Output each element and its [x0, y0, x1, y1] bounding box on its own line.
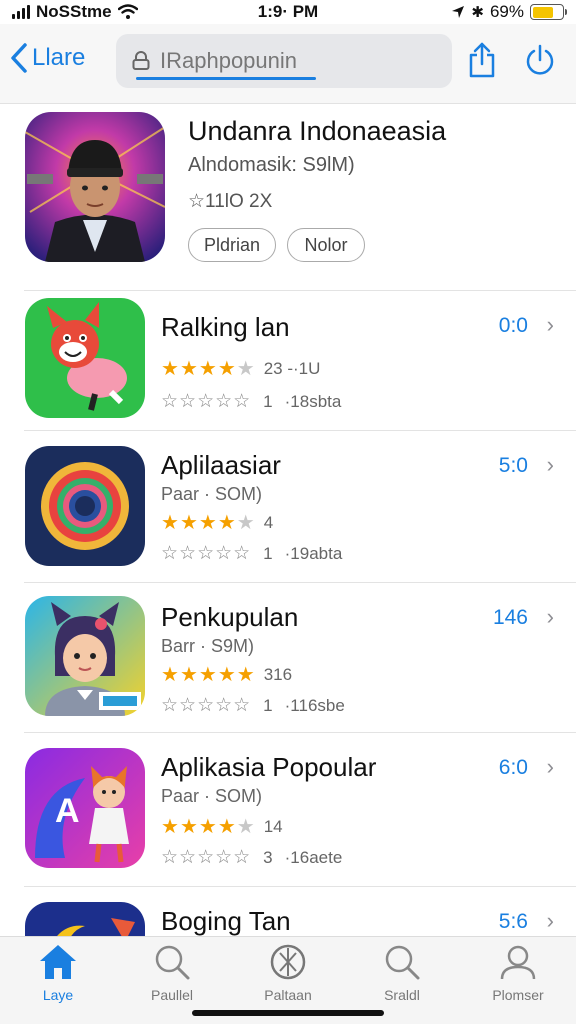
tab-label: Plomser — [492, 987, 544, 1003]
empty-stars-icon: ☆☆☆☆☆ — [161, 695, 252, 716]
review-text: ·19abta — [284, 543, 343, 563]
app-icon — [25, 902, 145, 936]
tab-label: Laye — [42, 987, 74, 1003]
app-price[interactable]: 5:6 — [499, 910, 528, 934]
featured-subtitle: Alndomasik: S9lM) — [188, 154, 355, 176]
app-icon — [25, 298, 145, 418]
power-button[interactable] — [520, 38, 560, 82]
tab-search[interactable]: Paullel — [122, 943, 222, 1003]
app-icon: A — [25, 748, 145, 868]
location-icon — [452, 6, 465, 18]
app-title: Aplikasia Popoular — [161, 752, 377, 782]
tab-profile[interactable]: Plomser — [468, 943, 568, 1003]
tab-label: Paltaan — [264, 987, 312, 1003]
app-reviews: ☆☆☆☆☆ 3 ·16aete — [161, 846, 342, 869]
app-row[interactable]: Boging Tan 5:6 › — [0, 886, 576, 936]
lock-icon — [132, 51, 150, 70]
app-title: Ralking lan — [161, 312, 290, 342]
chevron-left-icon — [11, 43, 27, 73]
navigation-bar: Llare IRaphpopunin — [0, 24, 576, 104]
app-rating: ★★★★★ 23 -·1U — [161, 356, 320, 381]
review-text: ·18sbta — [284, 391, 342, 411]
chevron-right-icon: › — [546, 312, 554, 337]
search-text: IRaphpopunin — [160, 48, 298, 73]
battery-icon — [530, 4, 567, 20]
app-row[interactable]: Penkupulan Barr · S9M) ★★★★★ 316 ☆☆☆☆☆ 1… — [0, 582, 576, 732]
status-right: ✱ 69% — [451, 2, 567, 22]
chevron-right-icon: › — [546, 754, 554, 779]
home-indicator — [192, 1010, 384, 1016]
app-title: Aplilaasiar — [161, 450, 281, 480]
share-button[interactable] — [462, 38, 502, 82]
tab-label: Paullel — [150, 987, 194, 1003]
pill-button-2[interactable]: Nolor — [287, 228, 365, 262]
review-count: 3 — [263, 847, 273, 867]
share-icon — [469, 42, 495, 78]
app-icon — [25, 446, 145, 566]
star-rating: ★★★★★ — [161, 664, 256, 686]
star-rating: ★★★★★ — [161, 816, 256, 838]
app-subtitle: Paar · SOM) — [161, 484, 263, 504]
bluetooth-icon: ✱ — [471, 4, 484, 21]
tab-label: Sraldl — [384, 987, 420, 1003]
review-text: ·16aete — [284, 847, 343, 867]
rating-text: 4 — [263, 512, 274, 532]
app-title: Boging Tan — [161, 906, 291, 936]
app-rating: ★★★★★ 316 — [161, 662, 292, 687]
review-count: 1 — [263, 391, 273, 411]
chevron-right-icon: › — [546, 452, 554, 477]
empty-stars-icon: ☆☆☆☆☆ — [161, 847, 252, 868]
profile-icon — [500, 945, 536, 980]
tab-search-2[interactable]: Sraldl — [352, 943, 452, 1003]
featured-app[interactable]: Undanra Indonaeasia Alndomasik: S9lM) ☆1… — [0, 104, 576, 290]
app-price[interactable]: 146 — [493, 606, 528, 630]
back-label: Llare — [32, 44, 86, 71]
app-price[interactable]: 0:0 — [499, 314, 528, 338]
empty-stars-icon: ☆☆☆☆☆ — [161, 391, 252, 412]
featured-app-image — [25, 112, 165, 262]
review-count: 1 — [263, 543, 273, 563]
featured-title: Undanra Indonaeasia — [188, 116, 447, 146]
app-row[interactable]: Aplilaasiar Paar · SOM) ★★★★★ 4 ☆☆☆☆☆ 1 … — [0, 430, 576, 582]
app-icon — [25, 596, 145, 716]
app-reviews: ☆☆☆☆☆ 1 ·18sbta — [161, 390, 341, 413]
rating-text: 14 — [263, 816, 283, 836]
app-rating: ★★★★★ 14 — [161, 814, 283, 839]
chevron-right-icon: › — [546, 908, 554, 933]
review-count: 1 — [263, 695, 273, 715]
app-row[interactable]: Ralking lan ★★★★★ 23 -·1U ☆☆☆☆☆ 1 ·18sbt… — [0, 290, 576, 430]
compass-icon — [270, 944, 306, 980]
featured-rating: ☆11lO 2X — [188, 191, 273, 212]
power-icon — [526, 44, 554, 75]
battery-fill — [532, 6, 553, 18]
app-title: Penkupulan — [161, 602, 299, 632]
review-text: ·116sbe — [284, 695, 345, 715]
app-subtitle: Barr · S9M) — [161, 636, 255, 656]
app-rating: ★★★★★ 4 — [161, 510, 273, 535]
chevron-right-icon: › — [546, 604, 554, 629]
star-rating: ★★★★★ — [161, 358, 256, 380]
pill-button-1[interactable]: Pldrian — [188, 228, 276, 262]
app-subtitle: Paar · SOM) — [161, 786, 263, 806]
rating-text: 316 — [263, 664, 293, 684]
empty-stars-icon: ☆☆☆☆☆ — [161, 543, 252, 564]
search-field[interactable]: IRaphpopunin — [116, 34, 452, 88]
tab-home[interactable]: Laye — [8, 943, 108, 1003]
app-row[interactable]: A Aplikasia Popoular Paar · SOM) ★★★★★ 1… — [0, 732, 576, 886]
star-rating: ★★★★★ — [161, 512, 256, 534]
status-bar: NoSStme 1:9· PM ✱ 69% — [0, 0, 576, 24]
search-progress-bar — [136, 77, 316, 80]
app-reviews: ☆☆☆☆☆ 1 ·116sbe — [161, 694, 345, 717]
app-price[interactable]: 6:0 — [499, 756, 528, 780]
tab-explore[interactable]: Paltaan — [238, 943, 338, 1003]
rating-text: 23 -·1U — [263, 358, 321, 378]
back-button[interactable]: Llare — [10, 42, 85, 74]
app-reviews: ☆☆☆☆☆ 1 ·19abta — [161, 542, 342, 565]
search-icon — [385, 945, 420, 980]
app-price[interactable]: 5:0 — [499, 454, 528, 478]
battery-percent: 69% — [489, 2, 524, 21]
home-icon — [40, 945, 76, 979]
search-icon — [155, 945, 190, 980]
svg-text:A: A — [55, 792, 80, 830]
